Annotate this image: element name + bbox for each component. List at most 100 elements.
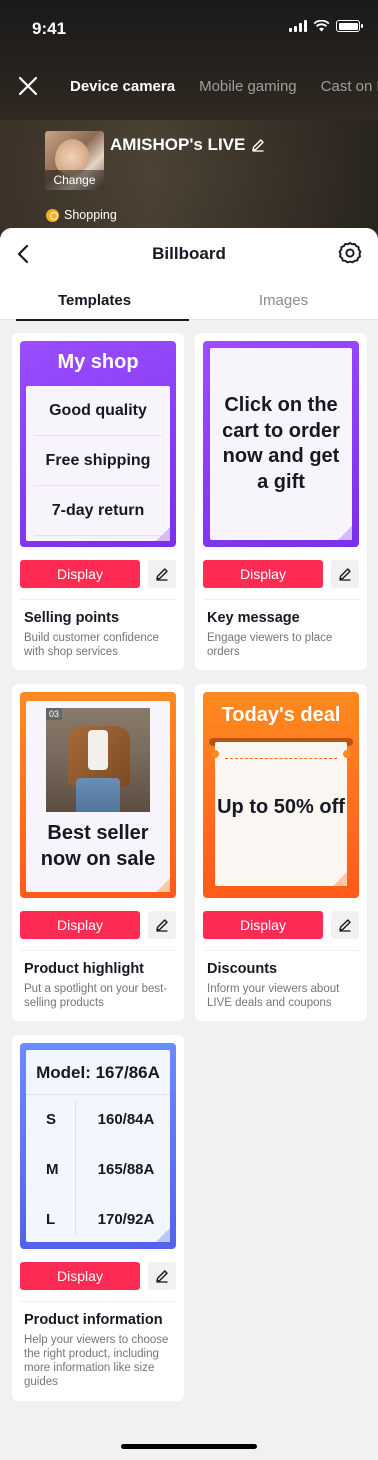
card-actions: Display xyxy=(20,911,176,939)
tab-images[interactable]: Images xyxy=(189,284,378,320)
edit-button[interactable] xyxy=(331,911,359,939)
product-information-preview: Model: 167/86A S 160/84A M 165/88A L 170… xyxy=(20,1043,176,1249)
page-fold xyxy=(333,872,347,886)
billboard-sheet: Billboard Templates Images My shop Good … xyxy=(0,228,378,1460)
size-label: M xyxy=(46,1161,59,1178)
coupon-pin xyxy=(211,750,219,758)
shopping-label: Shopping xyxy=(64,208,117,222)
product-highlight-preview: 03 Best seller now on sale xyxy=(20,692,176,898)
size-guide-paper: Model: 167/86A S 160/84A M 165/88A L 170… xyxy=(26,1050,170,1242)
preview-list-item: Good quality xyxy=(34,386,162,436)
tab-device-camera[interactable]: Device camera xyxy=(70,78,175,95)
template-description: Build customer confidence with shop serv… xyxy=(24,632,159,658)
display-button[interactable]: Display xyxy=(20,560,140,588)
gear-icon[interactable] xyxy=(338,241,362,265)
template-card-selling-points[interactable]: My shop Good quality Free shipping 7-day… xyxy=(12,333,184,670)
preview-title: Model: 167/86A xyxy=(26,1050,170,1095)
preview-text: Click on the cart to order now and get a… xyxy=(210,348,352,540)
cover-change-label[interactable]: Change xyxy=(45,170,104,190)
display-button[interactable]: Display xyxy=(203,560,323,588)
key-message-preview: Click on the cart to order now and get a… xyxy=(203,341,359,547)
home-indicator[interactable] xyxy=(121,1444,257,1449)
tab-templates[interactable]: Templates xyxy=(0,284,189,321)
size-label: S xyxy=(46,1111,57,1128)
edit-button[interactable] xyxy=(148,911,176,939)
pencil-icon xyxy=(339,568,351,581)
preview-paper: 03 Best seller now on sale xyxy=(26,701,170,892)
live-title-text: AMISHOP's LIVE xyxy=(110,135,246,154)
card-divider xyxy=(20,599,176,600)
display-button[interactable]: Display xyxy=(20,911,140,939)
edit-button[interactable] xyxy=(331,560,359,588)
preview-title: Today's deal xyxy=(221,704,341,726)
preview-list-item: Free shipping xyxy=(34,436,162,486)
edit-button[interactable] xyxy=(148,1262,176,1290)
page-fold xyxy=(338,526,352,540)
template-card-product-highlight[interactable]: 03 Best seller now on sale Display Produ… xyxy=(12,684,184,1021)
pencil-icon xyxy=(156,1270,168,1283)
shopping-coin-icon xyxy=(46,208,59,222)
shopping-tag[interactable]: Shopping xyxy=(46,208,117,222)
size-label: L xyxy=(46,1211,56,1228)
card-divider xyxy=(20,950,176,951)
billboard-tabs: Templates Images xyxy=(0,284,378,321)
size-row: L 170/92A xyxy=(26,1195,170,1245)
discounts-preview: Today's deal Up to 50% off xyxy=(203,692,359,898)
page-fold xyxy=(156,1228,170,1242)
status-icons xyxy=(289,20,363,32)
card-divider xyxy=(203,599,359,600)
template-description: Put a spotlight on your best-selling pro… xyxy=(24,983,168,1009)
template-name: Discounts xyxy=(207,961,278,977)
template-name: Key message xyxy=(207,610,300,626)
preview-list: Good quality Free shipping 7-day return xyxy=(26,386,170,541)
template-description: Engage viewers to place orders xyxy=(207,632,333,658)
template-name: Selling points xyxy=(24,610,120,626)
size-value: 170/92A xyxy=(97,1211,155,1228)
signal-icon xyxy=(289,20,307,32)
coupon-paper: Up to 50% off xyxy=(215,742,347,886)
sheet-header: Billboard Templates Images xyxy=(0,228,378,321)
card-divider xyxy=(20,1301,176,1302)
pencil-icon[interactable] xyxy=(251,138,265,152)
product-photo xyxy=(46,708,150,812)
preview-text: Best seller now on sale xyxy=(40,822,156,870)
template-card-discounts[interactable]: Today's deal Up to 50% off Display Disco… xyxy=(195,684,367,1021)
size-value: 165/88A xyxy=(97,1161,155,1178)
card-divider xyxy=(203,950,359,951)
cover-image[interactable]: Change xyxy=(45,131,104,190)
sheet-title: Billboard xyxy=(152,244,226,263)
pencil-icon xyxy=(339,919,351,932)
template-description: Help your viewers to choose the right pr… xyxy=(24,1334,169,1388)
page-fold xyxy=(156,527,170,541)
template-description: Inform your viewers about LIVE deals and… xyxy=(207,983,340,1009)
display-button[interactable]: Display xyxy=(203,911,323,939)
pencil-icon xyxy=(156,568,168,581)
preview-title: My shop xyxy=(57,351,139,373)
preview-text: Up to 50% off xyxy=(217,796,345,818)
edit-button[interactable] xyxy=(148,560,176,588)
size-row: M 165/88A xyxy=(26,1145,170,1195)
preview-badge: 03 xyxy=(46,708,63,720)
source-tabs: Device camera Mobile gaming Cast on P xyxy=(70,78,378,95)
preview-list-item: 7-day return xyxy=(34,486,162,536)
tab-mobile-gaming[interactable]: Mobile gaming xyxy=(199,78,297,95)
template-name: Product information xyxy=(24,1312,163,1328)
wifi-icon xyxy=(313,20,330,32)
card-actions: Display xyxy=(203,560,359,588)
template-card-product-information[interactable]: Model: 167/86A S 160/84A M 165/88A L 170… xyxy=(12,1035,184,1401)
close-icon[interactable] xyxy=(16,74,40,98)
live-title[interactable]: AMISHOP's LIVE xyxy=(110,135,265,155)
display-button[interactable]: Display xyxy=(20,1262,140,1290)
size-row: S 160/84A xyxy=(26,1095,170,1145)
tab-cast[interactable]: Cast on P xyxy=(321,78,378,95)
template-card-key-message[interactable]: Click on the cart to order now and get a… xyxy=(195,333,367,670)
card-actions: Display xyxy=(20,560,176,588)
card-actions: Display xyxy=(203,911,359,939)
template-grid: My shop Good quality Free shipping 7-day… xyxy=(12,333,368,1401)
status-bar: 9:41 xyxy=(0,0,378,58)
coupon-pin xyxy=(343,750,351,758)
template-name: Product highlight xyxy=(24,961,145,977)
status-time: 9:41 xyxy=(32,19,67,38)
battery-icon xyxy=(336,20,363,32)
card-actions: Display xyxy=(20,1262,176,1290)
